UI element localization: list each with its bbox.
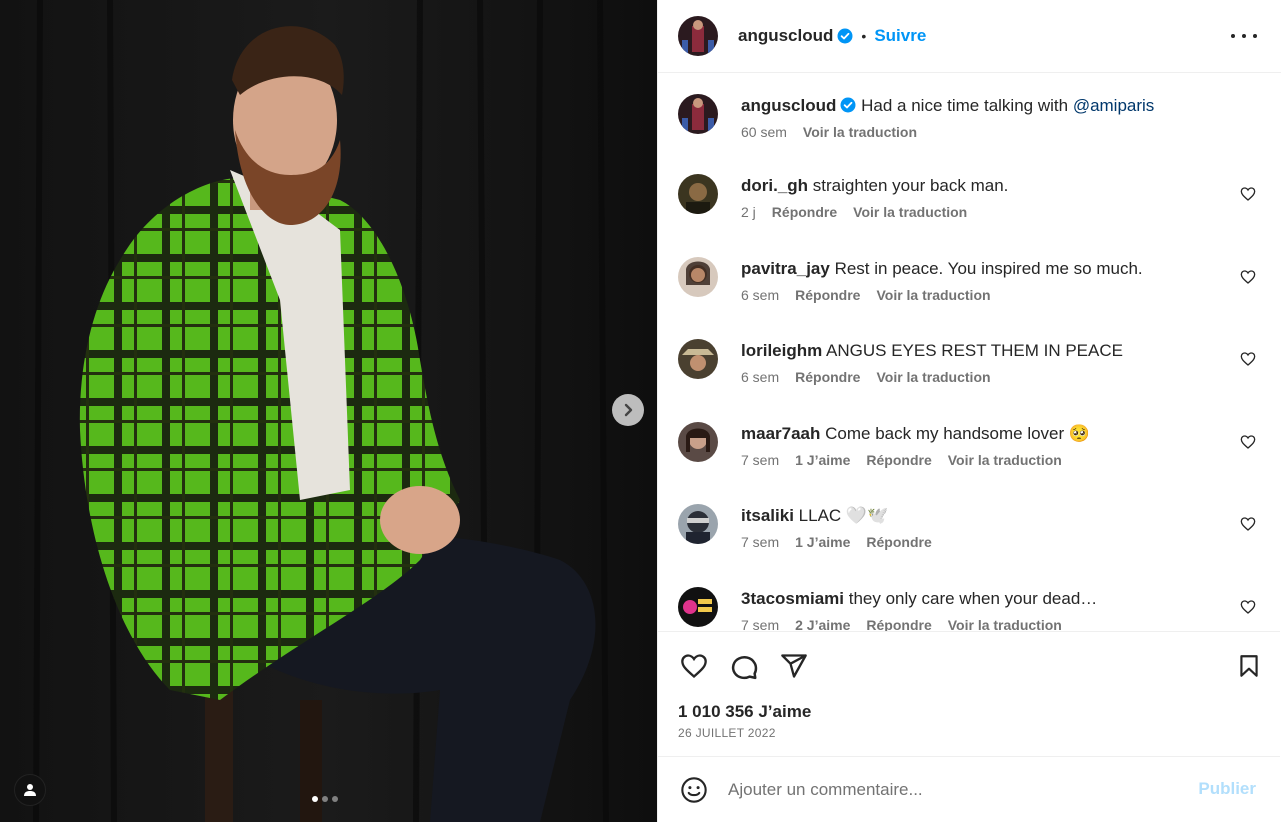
comment-text: Rest in peace. You inspired me so much. [834, 259, 1143, 278]
comment-text: LLAC 🤍🕊️ [798, 506, 889, 525]
comments-list[interactable]: anguscloud Had a nice time talking with … [658, 74, 1280, 631]
translate-button[interactable]: Voir la traduction [948, 452, 1062, 468]
comment-time[interactable]: 2 j [741, 204, 756, 220]
translate-button[interactable]: Voir la traduction [853, 204, 967, 220]
comment-username[interactable]: maar7aah [741, 424, 820, 443]
comment-username[interactable]: itsaliki [741, 506, 794, 525]
comment-likes-count[interactable]: 1 J’aime [795, 534, 850, 550]
reply-button[interactable]: Répondre [795, 369, 860, 385]
post-date[interactable]: 26 JUILLET 2022 [678, 726, 776, 740]
bookmark-save-icon[interactable] [1233, 650, 1265, 682]
comment-likes-count[interactable]: 2 J’aime [795, 617, 850, 631]
commenter-avatar[interactable] [678, 504, 718, 544]
caption-translate-button[interactable]: Voir la traduction [803, 124, 917, 140]
caption-time[interactable]: 60 sem [741, 124, 787, 140]
comment-time[interactable]: 7 sem [741, 534, 779, 550]
like-comment-heart-icon[interactable] [1240, 599, 1256, 615]
publish-button[interactable]: Publier [1198, 779, 1256, 799]
translate-button[interactable]: Voir la traduction [876, 369, 990, 385]
comment-likes-count[interactable]: 1 J’aime [795, 452, 850, 468]
translate-button[interactable]: Voir la traduction [948, 617, 1062, 631]
follow-button[interactable]: Suivre [874, 26, 926, 46]
translate-button[interactable]: Voir la traduction [876, 287, 990, 303]
tagged-users-button[interactable] [14, 774, 46, 806]
header-separator: • [861, 28, 867, 44]
like-comment-heart-icon[interactable] [1240, 351, 1256, 367]
comment-text: straighten your back man. [812, 176, 1009, 195]
caption-username[interactable]: anguscloud [741, 96, 836, 115]
carousel-dot [312, 796, 318, 802]
reply-button[interactable]: Répondre [795, 287, 860, 303]
author-username[interactable]: anguscloud [738, 26, 833, 46]
comment-time[interactable]: 6 sem [741, 287, 779, 303]
likes-count[interactable]: 1 010 356 J’aime [678, 702, 811, 722]
carousel-indicator [312, 796, 338, 802]
reply-button[interactable]: Répondre [772, 204, 837, 220]
comment-username[interactable]: dori._gh [741, 176, 808, 195]
comment-bubble-icon[interactable] [728, 650, 760, 682]
reply-button[interactable]: Répondre [866, 452, 931, 468]
post-actions: 1 010 356 J’aime 26 JUILLET 2022 [658, 631, 1280, 756]
like-comment-heart-icon[interactable] [1240, 269, 1256, 285]
commenter-avatar[interactable] [678, 422, 718, 462]
reply-button[interactable]: Répondre [866, 534, 931, 550]
carousel-dot [332, 796, 338, 802]
reply-button[interactable]: Répondre [866, 617, 931, 631]
commenter-avatar[interactable] [678, 174, 718, 214]
emoji-picker-icon[interactable] [678, 774, 710, 806]
commenter-avatar[interactable] [678, 257, 718, 297]
comment-composer: Publier [658, 756, 1280, 822]
comment-username[interactable]: pavitra_jay [741, 259, 830, 278]
post-media[interactable] [0, 0, 657, 822]
verified-badge-icon [837, 28, 853, 44]
like-comment-heart-icon[interactable] [1240, 516, 1256, 532]
author-avatar[interactable] [678, 16, 718, 56]
like-comment-heart-icon[interactable] [1240, 186, 1256, 202]
author-avatar[interactable] [678, 94, 718, 134]
comment-time[interactable]: 7 sem [741, 452, 779, 468]
chevron-right-icon [624, 403, 633, 417]
like-comment-heart-icon[interactable] [1240, 434, 1256, 450]
comment-time[interactable]: 6 sem [741, 369, 779, 385]
caption-text: Had a nice time talking with [861, 96, 1069, 115]
user-icon [24, 784, 36, 796]
share-paper-plane-icon[interactable] [778, 650, 810, 682]
comment-time[interactable]: 7 sem [741, 617, 779, 631]
comment-username[interactable]: 3tacosmiami [741, 589, 844, 608]
comment-text: Come back my handsome lover 🥺 [825, 424, 1091, 443]
comment-username[interactable]: lorileighm [741, 341, 822, 360]
comment-text: ANGUS EYES REST THEM IN PEACE [826, 341, 1123, 360]
commenter-avatar[interactable] [678, 339, 718, 379]
verified-badge-icon [840, 97, 856, 113]
comment-input[interactable] [728, 777, 1168, 803]
post-details-panel: anguscloud • Suivre anguscloud Had a nic… [657, 0, 1281, 822]
post-photo [0, 0, 657, 822]
post-header: anguscloud • Suivre [658, 0, 1281, 73]
next-slide-button[interactable] [612, 394, 644, 426]
commenter-avatar[interactable] [678, 587, 718, 627]
caption-mention-link[interactable]: @amiparis [1073, 96, 1155, 115]
like-heart-icon[interactable] [678, 650, 710, 682]
comment-text: they only care when your dead… [848, 589, 1098, 608]
more-options-icon[interactable] [1231, 24, 1257, 48]
carousel-dot [322, 796, 328, 802]
